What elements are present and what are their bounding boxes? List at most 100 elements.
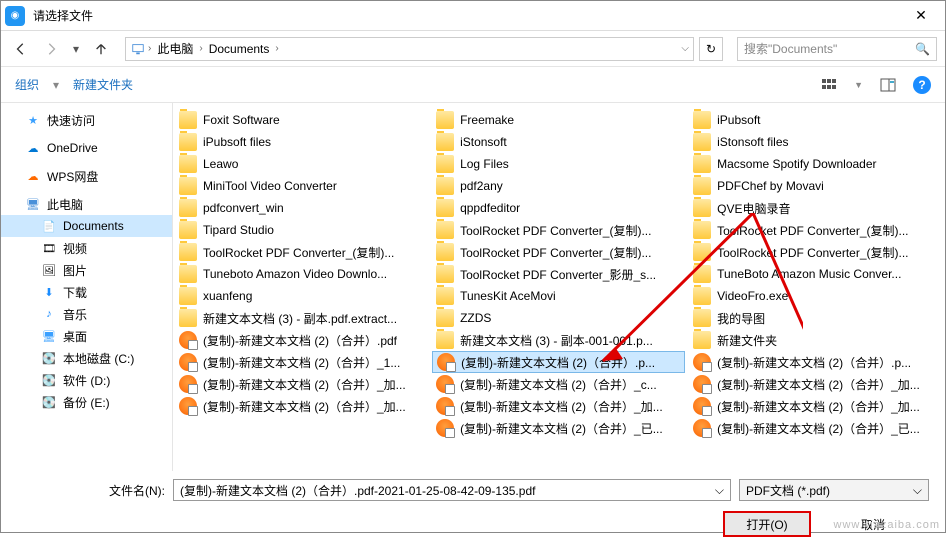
- open-button[interactable]: 打开(O): [723, 511, 811, 537]
- address-bar[interactable]: › 此电脑 › Documents › ⌵: [125, 37, 694, 61]
- wps-icon: ☁: [25, 168, 41, 184]
- back-button[interactable]: [9, 37, 33, 61]
- folder-icon: [693, 221, 711, 239]
- desktop-icon: 🖥: [41, 328, 57, 344]
- file-item[interactable]: MiniTool Video Converter: [175, 175, 428, 197]
- sidebar-video[interactable]: 🎞视频: [1, 237, 172, 259]
- sidebar-documents[interactable]: 📄Documents: [1, 215, 172, 237]
- file-item[interactable]: (复制)-新建文本文档 (2)（合并）_加...: [689, 395, 942, 417]
- file-item[interactable]: iPubsoft files: [175, 131, 428, 153]
- file-item[interactable]: 新建文本文档 (3) - 副本-001-001.p...: [432, 329, 685, 351]
- file-item[interactable]: (复制)-新建文本文档 (2)（合并）_1...: [175, 351, 428, 373]
- file-item[interactable]: Log Files: [432, 153, 685, 175]
- help-button[interactable]: ?: [913, 76, 931, 94]
- file-item[interactable]: Leawo: [175, 153, 428, 175]
- preview-pane-button[interactable]: [877, 74, 899, 96]
- sidebar-downloads[interactable]: ⬇下载: [1, 281, 172, 303]
- file-name: ToolRocket PDF Converter_(复制)...: [717, 244, 908, 261]
- sidebar-wps[interactable]: ☁WPS网盘: [1, 165, 172, 187]
- pdf-icon: [179, 397, 197, 415]
- file-item[interactable]: (复制)-新建文本文档 (2)（合并）.p...: [689, 351, 942, 373]
- file-name: (复制)-新建文本文档 (2)（合并）_已...: [460, 420, 663, 437]
- file-name: Foxit Software: [203, 113, 280, 127]
- forward-button[interactable]: [39, 37, 63, 61]
- new-folder-button[interactable]: 新建文件夹: [73, 76, 133, 93]
- dropdown-icon[interactable]: ⌵: [715, 483, 724, 498]
- file-item[interactable]: ToolRocket PDF Converter_(复制)...: [689, 241, 942, 263]
- file-name: (复制)-新建文本文档 (2)（合并）.pdf: [203, 332, 397, 349]
- file-name: Tipard Studio: [203, 223, 274, 237]
- file-item[interactable]: pdfconvert_win: [175, 197, 428, 219]
- file-item[interactable]: Macsome Spotify Downloader: [689, 153, 942, 175]
- file-item[interactable]: 我的导图: [689, 307, 942, 329]
- sidebar-onedrive[interactable]: ☁OneDrive: [1, 137, 172, 159]
- file-item[interactable]: ToolRocket PDF Converter_(复制)...: [432, 219, 685, 241]
- file-item[interactable]: PDFChef by Movavi: [689, 175, 942, 197]
- sidebar-desktop[interactable]: 🖥桌面: [1, 325, 172, 347]
- breadcrumb-root[interactable]: 此电脑: [153, 40, 197, 57]
- organize-menu[interactable]: 组织: [15, 76, 39, 93]
- file-item[interactable]: ToolRocket PDF Converter_(复制)...: [175, 241, 428, 263]
- history-dropdown-icon[interactable]: ⌵: [681, 43, 689, 54]
- file-item[interactable]: (复制)-新建文本文档 (2)（合并）_加...: [175, 373, 428, 395]
- file-name: (复制)-新建文本文档 (2)（合并）_加...: [717, 376, 920, 393]
- folder-icon: [179, 155, 197, 173]
- file-item[interactable]: ToolRocket PDF Converter_(复制)...: [689, 219, 942, 241]
- file-item[interactable]: Foxit Software: [175, 109, 428, 131]
- file-item[interactable]: qppdfeditor: [432, 197, 685, 219]
- up-button[interactable]: [89, 37, 113, 61]
- sidebar-pictures[interactable]: 🖼图片: [1, 259, 172, 281]
- file-name: Tuneboto Amazon Video Downlo...: [203, 267, 387, 281]
- file-item[interactable]: ToolRocket PDF Converter_影册_s...: [432, 263, 685, 285]
- sidebar-disk-e[interactable]: 💽备份 (E:): [1, 391, 172, 413]
- folder-icon: [436, 133, 454, 151]
- pdf-icon: [693, 419, 711, 437]
- file-item[interactable]: QVE电脑录音: [689, 197, 942, 219]
- file-item[interactable]: ZZDS: [432, 307, 685, 329]
- file-item[interactable]: TuneBoto Amazon Music Conver...: [689, 263, 942, 285]
- file-item[interactable]: ToolRocket PDF Converter_(复制)...: [432, 241, 685, 263]
- breadcrumb-folder[interactable]: Documents: [205, 42, 274, 56]
- file-item[interactable]: 新建文本文档 (3) - 副本.pdf.extract...: [175, 307, 428, 329]
- file-item[interactable]: (复制)-新建文本文档 (2)（合并）.p...: [432, 351, 685, 373]
- file-item[interactable]: (复制)-新建文本文档 (2)（合并）_加...: [175, 395, 428, 417]
- file-item[interactable]: 新建文件夹: [689, 329, 942, 351]
- chevron-icon: ›: [148, 43, 151, 54]
- file-name: PDFChef by Movavi: [717, 179, 824, 193]
- file-item[interactable]: (复制)-新建文本文档 (2)（合并）_c...: [432, 373, 685, 395]
- file-item[interactable]: Freemake: [432, 109, 685, 131]
- file-item[interactable]: Tipard Studio: [175, 219, 428, 241]
- file-item[interactable]: iStonsoft: [432, 131, 685, 153]
- filetype-filter[interactable]: PDF文档 (*.pdf)⌵: [739, 479, 929, 501]
- sidebar-quick-access[interactable]: ★快速访问: [1, 109, 172, 131]
- folder-icon: [436, 177, 454, 195]
- filename-label: 文件名(N):: [17, 482, 165, 499]
- file-item[interactable]: (复制)-新建文本文档 (2)（合并）_加...: [689, 373, 942, 395]
- file-item[interactable]: iPubsoft: [689, 109, 942, 131]
- filename-input[interactable]: (复制)-新建文本文档 (2)（合并）.pdf-2021-01-25-08-42…: [173, 479, 731, 501]
- view-mode-button[interactable]: [818, 74, 840, 96]
- file-item[interactable]: (复制)-新建文本文档 (2)（合并）_已...: [689, 417, 942, 439]
- recent-dropdown[interactable]: ▾: [69, 37, 83, 61]
- file-item[interactable]: iStonsoft files: [689, 131, 942, 153]
- folder-icon: [693, 309, 711, 327]
- file-item[interactable]: xuanfeng: [175, 285, 428, 307]
- file-item[interactable]: VideoFro.exe: [689, 285, 942, 307]
- sidebar-thispc[interactable]: 🖥此电脑: [1, 193, 172, 215]
- file-item[interactable]: (复制)-新建文本文档 (2)（合并）.pdf: [175, 329, 428, 351]
- file-item[interactable]: pdf2any: [432, 175, 685, 197]
- sidebar-music[interactable]: ♪音乐: [1, 303, 172, 325]
- search-box[interactable]: 搜索"Documents" 🔍: [737, 37, 937, 61]
- file-item[interactable]: (复制)-新建文本文档 (2)（合并）_已...: [432, 417, 685, 439]
- sidebar-disk-c[interactable]: 💽本地磁盘 (C:): [1, 347, 172, 369]
- refresh-button[interactable]: ↻: [699, 37, 723, 61]
- close-button[interactable]: ✕: [901, 7, 941, 24]
- sidebar-disk-d[interactable]: 💽软件 (D:): [1, 369, 172, 391]
- folder-icon: [436, 221, 454, 239]
- folder-icon: [436, 309, 454, 327]
- file-item[interactable]: TunesKit AceMovi: [432, 285, 685, 307]
- file-item[interactable]: (复制)-新建文本文档 (2)（合并）_加...: [432, 395, 685, 417]
- file-item[interactable]: Tuneboto Amazon Video Downlo...: [175, 263, 428, 285]
- file-name: VideoFro.exe: [717, 289, 788, 303]
- file-list[interactable]: Foxit Software iPubsoft filesLeawoMiniToo…: [173, 103, 945, 471]
